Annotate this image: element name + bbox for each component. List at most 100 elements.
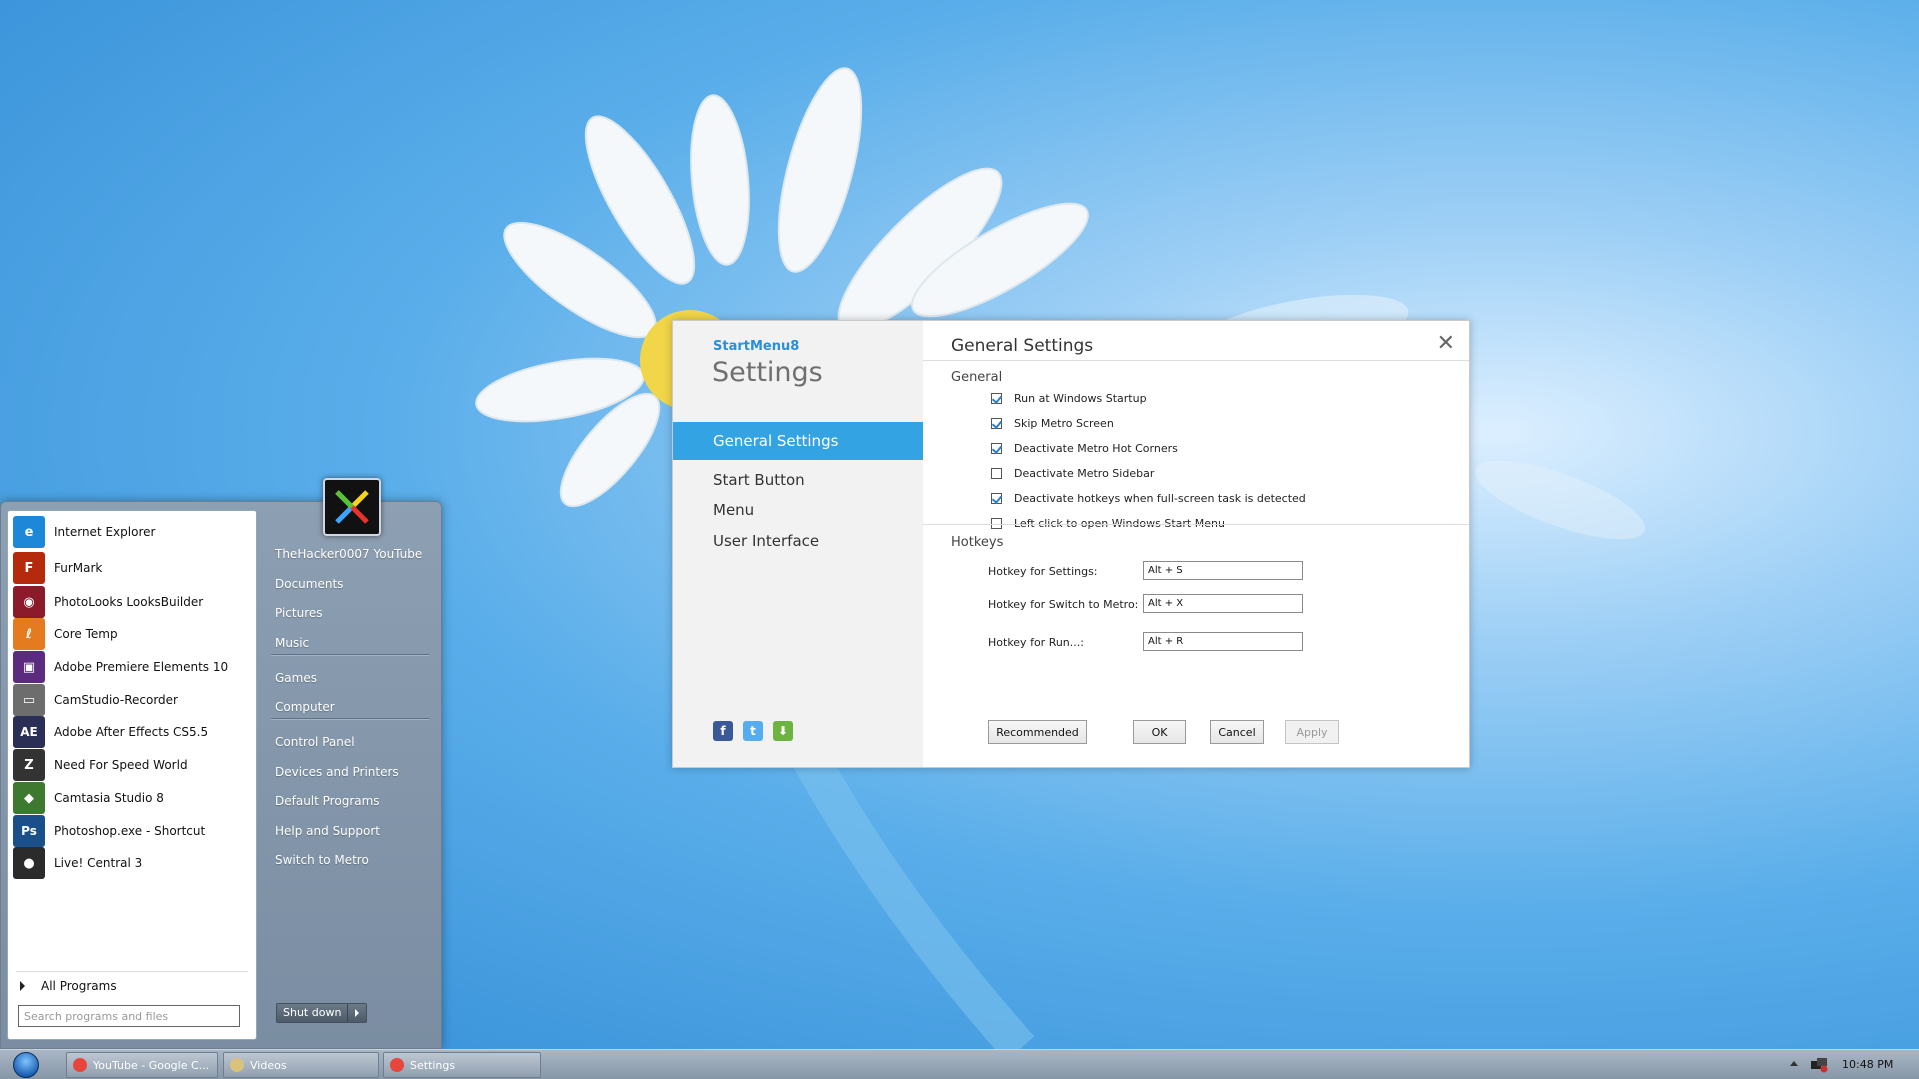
twitter-icon[interactable]: t — [743, 721, 763, 741]
program-label: Need For Speed World — [54, 758, 188, 772]
core-temp-icon: ℓ — [13, 618, 45, 650]
checkbox-icon[interactable] — [991, 443, 1002, 454]
program-label: Adobe Premiere Elements 10 — [54, 660, 229, 674]
apply-button[interactable]: Apply — [1285, 720, 1339, 744]
start-link-pictures[interactable]: Pictures — [275, 606, 323, 620]
start-link-music[interactable]: Music — [275, 636, 309, 650]
start-link-games[interactable]: Games — [275, 671, 317, 685]
option-label: Deactivate Metro Hot Corners — [1014, 442, 1178, 455]
user-avatar[interactable] — [323, 478, 381, 536]
x-logo-icon — [335, 490, 369, 524]
title-divider — [923, 360, 1469, 361]
program-label: Camtasia Studio 8 — [54, 791, 164, 805]
show-hidden-icons-icon[interactable] — [1790, 1061, 1798, 1066]
shutdown-label[interactable]: Shut down — [277, 1004, 349, 1022]
after-effects-icon: AE — [13, 716, 45, 748]
hotkey-label: Hotkey for Run...: — [988, 636, 1084, 649]
app-brand: StartMenu8 — [713, 339, 800, 354]
program-label: Core Temp — [54, 627, 118, 641]
ok-button[interactable]: OK — [1133, 720, 1186, 744]
all-programs-divider — [16, 971, 248, 972]
start-link-thehacker0007-youtube[interactable]: TheHacker0007 YouTube — [275, 547, 422, 561]
right-column-divider — [271, 654, 429, 656]
shutdown-button[interactable]: Shut down — [276, 1003, 368, 1023]
general-section-label: General — [951, 370, 1003, 385]
all-programs-label: All Programs — [41, 979, 117, 993]
recommended-button[interactable]: Recommended — [988, 720, 1087, 744]
program-label: Live! Central 3 — [54, 856, 143, 870]
taskbar-item-label: Settings — [410, 1058, 456, 1072]
camstudio-icon: ▭ — [13, 684, 45, 716]
option-checkbox[interactable]: Skip Metro Screen — [991, 417, 1114, 430]
taskbar-item[interactable]: Settings — [383, 1052, 541, 1078]
hotkey-label: Hotkey for Settings: — [988, 565, 1098, 578]
program-label: Adobe After Effects CS5.5 — [54, 725, 209, 739]
option-label: Skip Metro Screen — [1014, 417, 1114, 430]
taskbar-item-label: YouTube - Google C... — [93, 1058, 210, 1072]
premiere-elements-icon: ▣ — [13, 651, 45, 683]
photoshop-icon: Ps — [13, 815, 45, 847]
program-label: PhotoLooks LooksBuilder — [54, 595, 204, 609]
hotkey-label: Hotkey for Switch to Metro: — [988, 598, 1139, 611]
hotkeys-section-label: Hotkeys — [951, 535, 1004, 550]
start-link-help-and-support[interactable]: Help and Support — [275, 824, 380, 838]
start-link-default-programs[interactable]: Default Programs — [275, 794, 380, 808]
option-label: Deactivate Metro Sidebar — [1014, 467, 1155, 480]
all-programs-button[interactable]: All Programs — [20, 979, 117, 993]
start-link-computer[interactable]: Computer — [275, 700, 335, 714]
program-label: CamStudio-Recorder — [54, 693, 178, 707]
settings-heading: Settings — [712, 357, 823, 388]
option-checkbox[interactable]: Deactivate Metro Hot Corners — [991, 442, 1178, 455]
program-item[interactable]: e Internet Explorer — [13, 513, 251, 551]
chrome-icon — [73, 1058, 87, 1072]
network-icon[interactable] — [1810, 1057, 1828, 1073]
option-checkbox[interactable]: Run at Windows Startup — [991, 392, 1147, 405]
hotkey-field[interactable] — [1143, 561, 1303, 580]
camtasia-icon: ◆ — [13, 782, 45, 814]
cancel-button[interactable]: Cancel — [1210, 720, 1264, 744]
furmark-icon: F — [13, 552, 45, 584]
search-input[interactable] — [18, 1005, 240, 1027]
program-label: Photoshop.exe - Shortcut — [54, 824, 206, 838]
system-clock[interactable]: 10:48 PM — [1842, 1058, 1893, 1071]
checkbox-icon[interactable] — [991, 468, 1002, 479]
start-link-documents[interactable]: Documents — [275, 577, 343, 591]
pinned-programs-pane: e Internet Explorer F FurMark ◉ PhotoLooks Lo… — [7, 510, 257, 1040]
shutdown-options-arrow-icon[interactable] — [348, 1004, 366, 1022]
live-central-icon: ● — [13, 847, 45, 879]
checkbox-icon[interactable] — [991, 393, 1002, 404]
settings-app-icon — [390, 1058, 404, 1072]
windows-logo-icon — [13, 1052, 39, 1078]
hotkey-field[interactable] — [1143, 594, 1303, 613]
nav-general-settings[interactable]: General Settings — [673, 422, 923, 460]
option-checkbox[interactable]: Deactivate Metro Sidebar — [991, 467, 1154, 480]
download-icon[interactable]: ⬇ — [773, 721, 793, 741]
checkbox-icon[interactable] — [991, 418, 1002, 429]
start-link-control-panel[interactable]: Control Panel — [275, 735, 355, 749]
taskbar-item[interactable]: Videos — [223, 1052, 379, 1078]
hotkey-field[interactable] — [1143, 632, 1303, 651]
start-menu: e Internet Explorer F FurMark ◉ PhotoLooks Lo… — [0, 478, 442, 1049]
videos-folder-icon — [230, 1058, 244, 1072]
checkbox-icon[interactable] — [991, 493, 1002, 504]
taskbar: YouTube - Google C... Videos Settings 10:4… — [0, 1049, 1919, 1079]
taskbar-item[interactable]: YouTube - Google C... — [66, 1052, 218, 1078]
program-label: Internet Explorer — [54, 525, 156, 539]
program-item[interactable]: F FurMark — [13, 549, 251, 587]
photolooks-icon: ◉ — [13, 586, 45, 618]
program-item[interactable]: ● Live! Central 3 — [13, 844, 251, 882]
nav-user-interface[interactable]: User Interface — [673, 522, 923, 560]
close-icon[interactable]: ✕ — [1437, 331, 1455, 356]
expand-arrow-icon — [20, 981, 25, 991]
start-link-devices-and-printers[interactable]: Devices and Printers — [275, 765, 399, 779]
facebook-icon[interactable]: f — [713, 721, 733, 741]
section-divider — [923, 524, 1469, 525]
start-button[interactable] — [6, 1051, 46, 1079]
settings-window: StartMenu8 Settings General Settings Star… — [672, 320, 1470, 768]
panel-title: General Settings — [951, 336, 1094, 356]
settings-sidebar: StartMenu8 Settings General Settings Star… — [673, 321, 923, 767]
option-checkbox[interactable]: Deactivate hotkeys when full-screen task… — [991, 492, 1306, 505]
option-label: Deactivate hotkeys when full-screen task… — [1014, 492, 1306, 505]
program-label: FurMark — [54, 561, 103, 575]
start-link-switch-to-metro[interactable]: Switch to Metro — [275, 853, 369, 867]
